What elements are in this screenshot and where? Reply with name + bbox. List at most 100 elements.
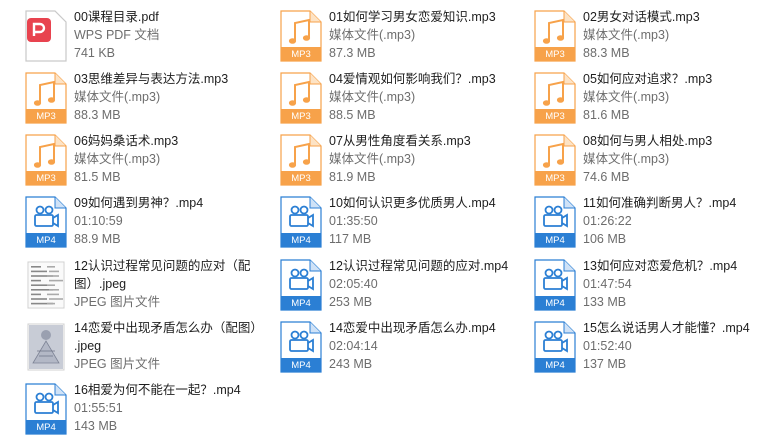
file-details: 16相爱为何不能在一起？.mp4 01:55:51 143 MB (74, 381, 275, 435)
file-item[interactable]: MP3 08如何与男人相处.mp3 媒体文件(.mp3) 74.6 MB (534, 132, 762, 190)
file-name: 13如何应对恋爱危机？.mp4 (583, 259, 738, 273)
mp4-icon: MP4 (280, 259, 322, 311)
jpeg-thumbnail-icon (25, 259, 67, 311)
mp4-icon: MP4 (280, 321, 322, 373)
jpeg-thumbnail-icon (25, 321, 67, 373)
file-item[interactable]: MP3 01如何学习男女恋爱知识.mp3 媒体文件(.mp3) 87.3 MB (280, 8, 530, 66)
file-item[interactable]: 00课程目录.pdf WPS PDF 文档 741 KB (25, 8, 275, 66)
file-duration: 01:55:51 (74, 401, 123, 415)
file-details: 11如何准确判断男人？.mp4 01:26:22 106 MB (583, 194, 762, 248)
file-item[interactable]: MP3 06妈妈桑话术.mp3 媒体文件(.mp3) 81.5 MB (25, 132, 275, 190)
mp4-icon: MP4 (25, 196, 67, 248)
file-item[interactable]: MP3 07从男性角度看关系.mp3 媒体文件(.mp3) 81.9 MB (280, 132, 530, 190)
file-duration: 01:35:50 (329, 214, 378, 228)
file-type: 媒体文件(.mp3) (583, 90, 670, 104)
file-item[interactable]: MP3 03思维差异与表达方法.mp3 媒体文件(.mp3) 88.3 MB (25, 70, 275, 128)
file-name-continued: 图）.jpeg (74, 277, 127, 291)
file-type-badge: MP3 (36, 173, 56, 184)
mp4-icon: MP4 (25, 383, 67, 435)
file-size: 88.3 MB (74, 108, 121, 122)
file-name: 10如何认识更多优质男人.mp4 (329, 196, 496, 210)
file-type: JPEG 图片文件 (74, 295, 161, 309)
file-item[interactable]: MP4 15怎么说话男人才能懂？.mp4 01:52:40 137 MB (534, 319, 762, 377)
file-name: 03思维差异与表达方法.mp3 (74, 72, 229, 86)
file-details: 13如何应对恋爱危机？.mp4 01:47:54 133 MB (583, 257, 762, 311)
file-name: 11如何准确判断男人？.mp4 (583, 196, 737, 210)
file-duration: 02:04:14 (329, 339, 378, 353)
file-type: 媒体文件(.mp3) (329, 28, 416, 42)
file-item[interactable]: MP3 02男女对话模式.mp3 媒体文件(.mp3) 88.3 MB (534, 8, 762, 66)
mp3-icon: MP3 (534, 72, 576, 124)
file-details: 09如何遇到男神？.mp4 01:10:59 88.9 MB (74, 194, 275, 248)
file-type-badge: MP3 (545, 111, 565, 122)
file-type-badge: MP3 (36, 111, 56, 122)
mp3-icon: MP3 (25, 72, 67, 124)
file-size: 87.3 MB (329, 46, 376, 60)
file-size: 253 MB (329, 295, 373, 309)
mp3-icon: MP3 (534, 10, 576, 62)
file-name: 02男女对话模式.mp3 (583, 10, 700, 24)
file-type: 媒体文件(.mp3) (583, 152, 670, 166)
file-duration: 01:10:59 (74, 214, 123, 228)
file-size: 81.6 MB (583, 108, 630, 122)
file-duration: 02:05:40 (329, 277, 378, 291)
file-details: 12认识过程常见问题的应对（配 图）.jpeg JPEG 图片文件 (74, 257, 275, 311)
file-name: 00课程目录.pdf (74, 10, 159, 24)
file-item[interactable]: MP4 11如何准确判断男人？.mp4 01:26:22 106 MB (534, 194, 762, 252)
file-size: 88.5 MB (329, 108, 376, 122)
mp3-icon: MP3 (534, 134, 576, 186)
file-type: 媒体文件(.mp3) (583, 28, 670, 42)
file-type-badge: MP4 (545, 360, 565, 371)
file-type-badge: MP3 (291, 173, 311, 184)
file-name: 12认识过程常见问题的应对.mp4 (329, 259, 509, 273)
file-type-badge: MP4 (291, 298, 311, 309)
mp3-icon: MP3 (280, 134, 322, 186)
file-details: 15怎么说话男人才能懂？.mp4 01:52:40 137 MB (583, 319, 762, 373)
file-size: 133 MB (583, 295, 627, 309)
file-item[interactable]: MP3 05如何应对追求？.mp3 媒体文件(.mp3) 81.6 MB (534, 70, 762, 128)
file-item[interactable]: MP4 12认识过程常见问题的应对.mp4 02:05:40 253 MB (280, 257, 530, 315)
file-name: 14恋爱中出现矛盾怎么办.mp4 (329, 321, 496, 335)
mp3-icon: MP3 (280, 72, 322, 124)
mp4-icon: MP4 (534, 259, 576, 311)
file-name: 06妈妈桑话术.mp3 (74, 134, 179, 148)
file-details: 01如何学习男女恋爱知识.mp3 媒体文件(.mp3) 87.3 MB (329, 8, 530, 62)
file-type-badge: MP3 (545, 49, 565, 60)
file-name: 08如何与男人相处.mp3 (583, 134, 713, 148)
mp3-icon: MP3 (280, 10, 322, 62)
file-item[interactable]: 14恋爱中出现矛盾怎么办（配图） .jpeg JPEG 图片文件 (25, 319, 275, 377)
file-size: 88.3 MB (583, 46, 630, 60)
file-details: 04爱情观如何影响我们？.mp3 媒体文件(.mp3) 88.5 MB (329, 70, 530, 124)
file-item[interactable]: MP4 09如何遇到男神？.mp4 01:10:59 88.9 MB (25, 194, 275, 252)
mp4-icon: MP4 (534, 321, 576, 373)
file-details: 07从男性角度看关系.mp3 媒体文件(.mp3) 81.9 MB (329, 132, 530, 186)
file-size: 106 MB (583, 232, 627, 246)
file-name: 09如何遇到男神？.mp4 (74, 196, 204, 210)
file-type: 媒体文件(.mp3) (74, 90, 161, 104)
file-type: WPS PDF 文档 (74, 28, 160, 42)
file-type: JPEG 图片文件 (74, 357, 161, 371)
mp4-icon: MP4 (534, 196, 576, 248)
file-item[interactable]: MP4 16相爱为何不能在一起？.mp4 01:55:51 143 MB (25, 381, 275, 439)
pdf-icon (25, 10, 67, 62)
file-details: 10如何认识更多优质男人.mp4 01:35:50 117 MB (329, 194, 530, 248)
file-details: 06妈妈桑话术.mp3 媒体文件(.mp3) 81.5 MB (74, 132, 275, 186)
file-name: 04爱情观如何影响我们？.mp3 (329, 72, 496, 86)
file-details: 08如何与男人相处.mp3 媒体文件(.mp3) 74.6 MB (583, 132, 762, 186)
file-type: 媒体文件(.mp3) (329, 152, 416, 166)
mp3-icon: MP3 (25, 134, 67, 186)
file-type-badge: MP3 (545, 173, 565, 184)
file-item[interactable]: MP4 10如何认识更多优质男人.mp4 01:35:50 117 MB (280, 194, 530, 252)
file-item[interactable]: MP3 04爱情观如何影响我们？.mp3 媒体文件(.mp3) 88.5 MB (280, 70, 530, 128)
file-name-continued: .jpeg (74, 339, 102, 353)
file-item[interactable]: MP4 14恋爱中出现矛盾怎么办.mp4 02:04:14 243 MB (280, 319, 530, 377)
file-size: 117 MB (329, 232, 372, 246)
file-type-badge: MP4 (291, 235, 311, 246)
file-item[interactable]: MP4 13如何应对恋爱危机？.mp4 01:47:54 133 MB (534, 257, 762, 315)
file-size: 81.5 MB (74, 170, 121, 184)
file-item[interactable]: 12认识过程常见问题的应对（配 图）.jpeg JPEG 图片文件 (25, 257, 275, 315)
file-type: 媒体文件(.mp3) (74, 152, 161, 166)
file-details: 02男女对话模式.mp3 媒体文件(.mp3) 88.3 MB (583, 8, 762, 62)
file-type-badge: MP4 (36, 235, 56, 246)
file-type-badge: MP4 (545, 298, 565, 309)
